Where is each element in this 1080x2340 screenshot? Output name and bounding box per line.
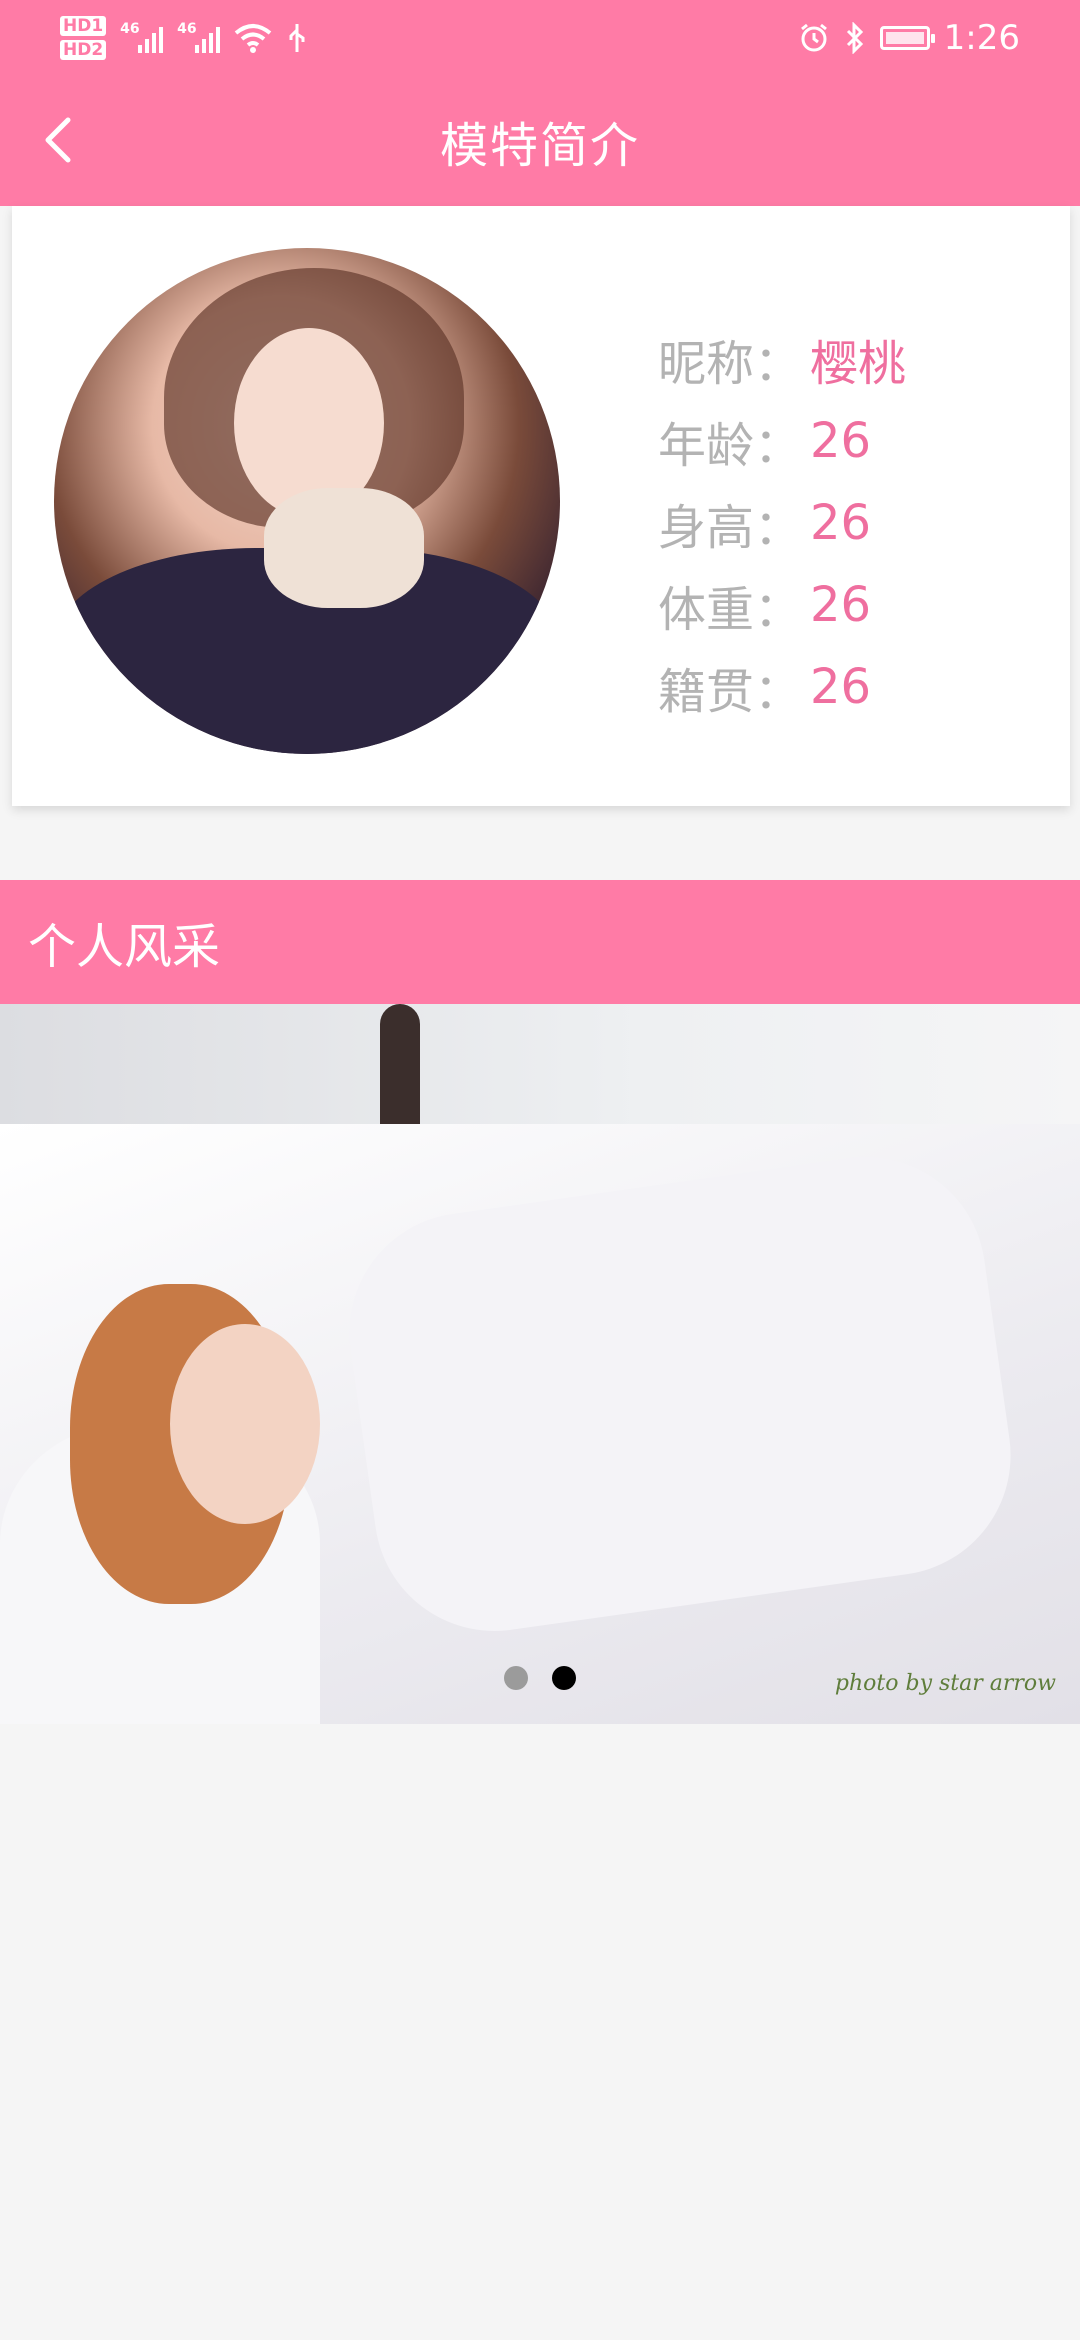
back-arrow-icon[interactable]	[38, 116, 86, 164]
profile-row-weight: 体重： 26	[658, 564, 906, 646]
gallery-carousel[interactable]: photo by star arrow	[0, 1004, 1080, 1724]
weight-label: 体重：	[658, 582, 803, 638]
hd2-badge: HD2	[60, 40, 107, 60]
section-title: 个人风采	[28, 919, 221, 975]
profile-info: 昵称： 樱桃 年龄： 26 身高： 26 体重： 26 籍贯： 26	[658, 318, 906, 728]
network-type-1: 46	[120, 21, 140, 37]
profile-row-height: 身高： 26	[658, 482, 906, 564]
wifi-icon	[234, 24, 272, 53]
carousel-indicator	[0, 1666, 1080, 1690]
status-bar: HD1 HD2 46 46 1:26	[0, 0, 1080, 76]
bluetooth-icon	[846, 22, 863, 54]
usb-icon	[289, 24, 305, 52]
nickname-value: 樱桃	[810, 336, 907, 392]
height-label: 身高：	[658, 500, 803, 556]
signal-icon: 46	[120, 21, 164, 53]
hd-icons: HD1 HD2	[60, 14, 107, 62]
network-type-2: 46	[177, 21, 197, 37]
section-header: 个人风采	[0, 880, 1080, 1004]
battery-icon	[879, 26, 935, 50]
age-label: 年龄：	[658, 418, 803, 474]
signal-icon-2: 46	[177, 21, 221, 53]
hometown-label: 籍贯：	[658, 664, 803, 720]
carousel-dot-active[interactable]	[552, 1666, 576, 1690]
status-time: 1:26	[943, 18, 1020, 58]
weight-value: 26	[810, 577, 872, 633]
page-title: 模特简介	[439, 118, 640, 174]
alarm-icon	[800, 23, 827, 52]
profile-card: 昵称： 樱桃 年龄： 26 身高： 26 体重： 26 籍贯： 26	[12, 206, 1070, 806]
app-bar: 模特简介	[0, 76, 1080, 206]
age-value: 26	[810, 413, 872, 469]
hometown-value: 26	[810, 659, 872, 715]
profile-row-hometown: 籍贯： 26	[658, 646, 906, 728]
avatar[interactable]	[54, 248, 560, 754]
profile-row-age: 年龄： 26	[658, 400, 906, 482]
nickname-label: 昵称：	[658, 336, 803, 392]
height-value: 26	[810, 495, 872, 551]
carousel-dot[interactable]	[504, 1666, 528, 1690]
status-left: HD1 HD2 46 46	[60, 14, 308, 62]
hd1-badge: HD1	[60, 16, 107, 36]
status-right: 1:26	[798, 18, 1020, 58]
profile-row-nickname: 昵称： 樱桃	[658, 318, 906, 400]
